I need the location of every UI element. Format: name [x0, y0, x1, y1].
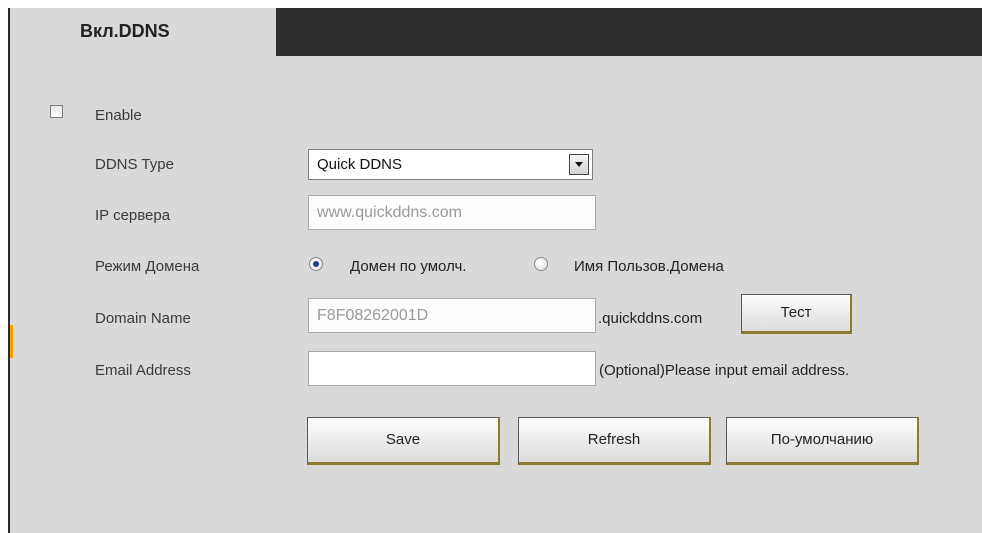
server-ip-label: IP сервера: [95, 207, 171, 224]
default-button[interactable]: По-умолчанию: [726, 417, 919, 465]
chevron-down-icon[interactable]: [569, 154, 589, 175]
domain-name-label: Domain Name: [95, 310, 191, 327]
enable-checkbox[interactable]: [50, 105, 63, 118]
domain-mode-custom-radio[interactable]: [534, 257, 548, 271]
refresh-button[interactable]: Refresh: [518, 417, 711, 465]
email-hint: (Optional)Please input email address.: [599, 362, 850, 379]
domain-name-field[interactable]: F8F08262001D: [308, 298, 596, 333]
domain-mode-custom-label: Имя Пользов.Домена: [574, 258, 724, 275]
email-field[interactable]: [308, 351, 596, 386]
tab-ddns[interactable]: Вкл.DDNS: [10, 8, 276, 56]
domain-mode-default-label: Домен по умолч.: [350, 258, 467, 275]
save-button[interactable]: Save: [307, 417, 500, 465]
test-button[interactable]: Тест: [741, 294, 852, 334]
domain-mode-label: Режим Домена: [95, 258, 200, 275]
ddns-type-select[interactable]: Quick DDNS: [308, 149, 593, 180]
enable-label: Enable: [95, 107, 142, 124]
tab-bar: Вкл.DDNS: [10, 8, 982, 56]
ddns-type-label: DDNS Type: [95, 156, 174, 173]
domain-mode-default-radio[interactable]: [309, 257, 323, 271]
email-label: Email Address: [95, 362, 191, 379]
ddns-type-selected-value: Quick DDNS: [317, 156, 403, 173]
server-ip-field[interactable]: www.quickddns.com: [308, 195, 596, 230]
side-accent-marker: [10, 325, 13, 358]
ddns-settings-panel: Вкл.DDNS Enable DDNS Type Quick DDNS IP …: [8, 8, 982, 533]
domain-suffix: .quickddns.com: [598, 310, 703, 327]
